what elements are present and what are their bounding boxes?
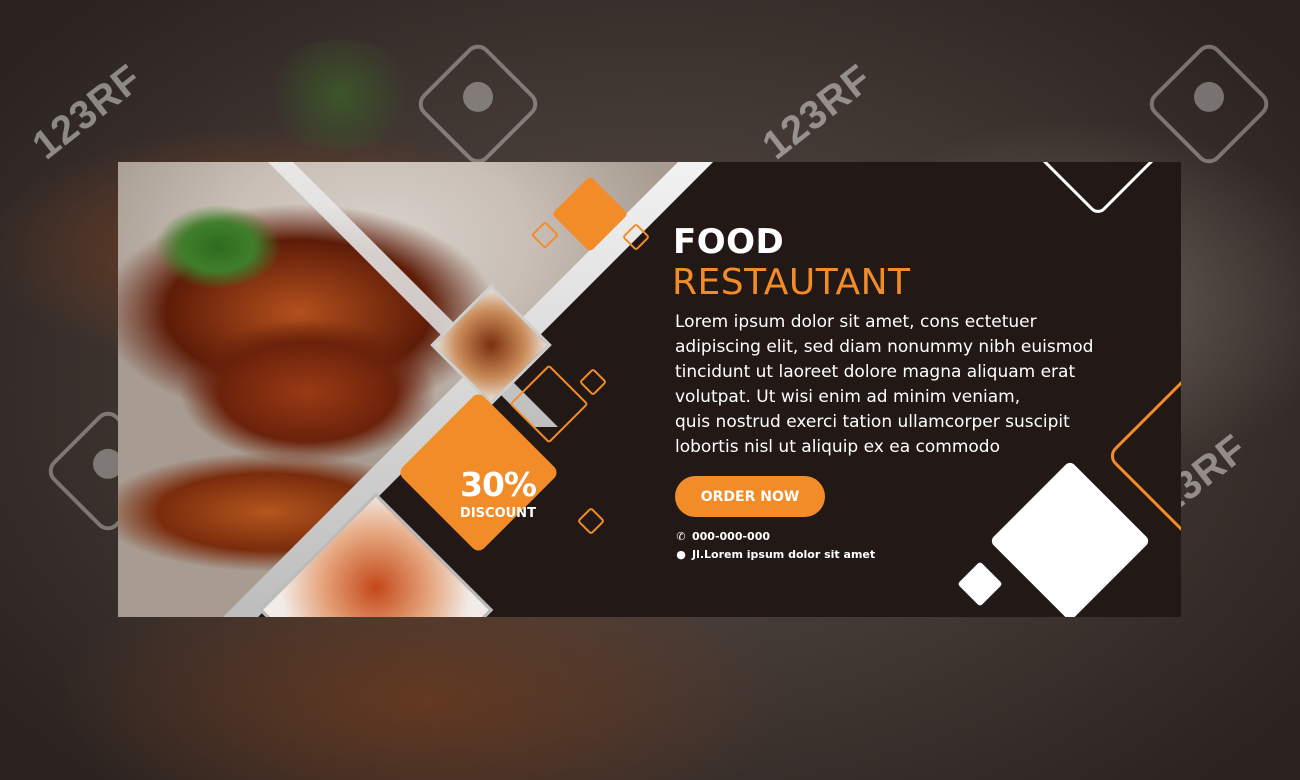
description: Lorem ipsum dolor sit amet, cons ectetue… — [675, 310, 1145, 460]
white-diamond-outline — [1032, 162, 1164, 218]
description-line: tincidunt ut laoreet dolore magna aliqua… — [675, 362, 1076, 382]
white-diamond-small — [957, 561, 1003, 607]
white-diamond — [989, 460, 1151, 617]
phone-row: ✆ 000-000-000 — [675, 530, 770, 543]
discount-percent: 30% — [460, 465, 537, 504]
title-restaurant: RESTAUTANT — [672, 262, 911, 303]
phone-number: 000-000-000 — [692, 530, 771, 543]
title-food: FOOD — [673, 222, 785, 262]
orange-diamond-outline — [578, 367, 608, 397]
discount-label: DISCOUNT — [460, 506, 536, 521]
background-herb — [260, 40, 420, 150]
phone-icon: ✆ — [676, 530, 686, 543]
description-line: quis nostrud exerci tation ullamcorper s… — [675, 412, 1070, 432]
address-row: ● Jl.Lorem ipsum dolor sit amet — [675, 548, 875, 561]
restaurant-banner: 30% DISCOUNT FOOD RESTAUTANT Lorem ipsum… — [118, 162, 1181, 617]
description-line: adipiscing elit, sed diam nonummy nibh e… — [675, 337, 1094, 357]
description-line: Lorem ipsum dolor sit amet, cons ectetue… — [675, 312, 1037, 332]
description-line: volutpat. Ut wisi enim ad minim veniam, — [675, 387, 1021, 407]
order-now-button[interactable]: ORDER NOW — [675, 476, 825, 517]
orange-diamond-outline — [576, 506, 606, 536]
address-text: Jl.Lorem ipsum dolor sit amet — [692, 548, 876, 561]
location-pin-icon: ● — [676, 548, 686, 561]
description-line: lobortis nisl ut aliquip ex ea commodo — [675, 437, 1000, 457]
orange-diamond-outline — [509, 364, 589, 444]
discount-text: 30% DISCOUNT — [418, 465, 578, 521]
